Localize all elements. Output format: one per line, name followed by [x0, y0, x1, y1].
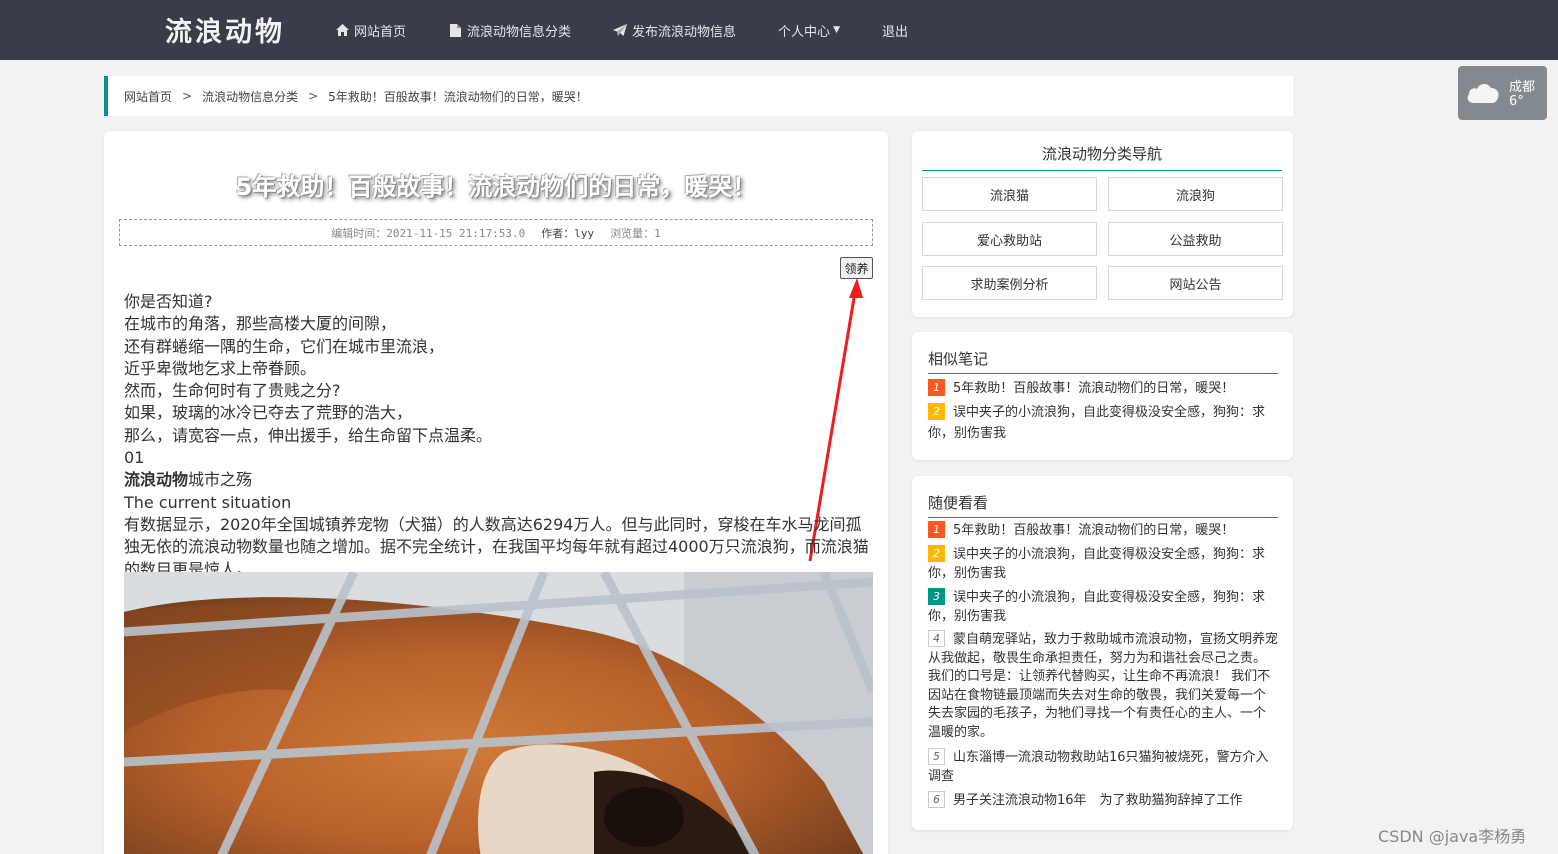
content-line: 还有群蜷缩一隅的生命，它们在城市里流浪， — [124, 336, 445, 356]
category-stray-dog[interactable]: 流浪狗 — [1108, 177, 1283, 211]
breadcrumb-separator: > — [308, 89, 319, 103]
category-nav-card: 流浪动物分类导航 流浪猫 流浪狗 爱心救助站 公益救助 求助案例分析 网站公告 — [912, 131, 1293, 317]
paper-plane-icon — [613, 23, 628, 37]
rank-badge: 2 — [928, 403, 945, 420]
article-author: 作者：lyy — [541, 226, 595, 240]
content-line: 那么，请宽容一点，伸出援手，给生命留下点温柔。 — [124, 425, 493, 445]
breadcrumb-category[interactable]: 流浪动物信息分类 — [202, 88, 298, 105]
nav-personal-center[interactable]: 个人中心 ▼ — [778, 21, 840, 40]
article-title: 5年救助！百般故事！流浪动物们的日常，暖哭！ — [235, 173, 757, 201]
list-item-text: 误中夹子的小流浪狗，自此变得极没安全感，狗狗：求你，别伤害我 — [928, 405, 1266, 441]
document-icon — [448, 23, 462, 37]
section-heading-bold: 流浪动物 — [124, 470, 189, 490]
cloud-icon — [1466, 79, 1500, 107]
nav-category-label: 流浪动物信息分类 — [467, 24, 572, 40]
list-item-text: 蒙自萌宠驿站，致力于救助城市流浪动物，宣扬文明养宠从我做起，敬畏生命承担责任，努… — [928, 632, 1279, 740]
nav-logout[interactable]: 退出 — [882, 21, 908, 40]
article-meta: 编辑时间：2021-11-15 21:17:53.0 作者：lyy 浏览量：1 — [119, 219, 873, 246]
content-line: 近乎卑微地乞求上帝眷顾。 — [124, 358, 317, 378]
category-nav-title: 流浪动物分类导航 — [922, 143, 1282, 171]
rank-badge: 3 — [928, 588, 945, 605]
list-item[interactable]: 1 5年救助！百般故事！流浪动物们的日常，暖哭！ — [928, 378, 1278, 399]
nav-home[interactable]: 网站首页 — [335, 21, 406, 40]
rank-badge: 1 — [928, 379, 945, 396]
nav-home-label: 网站首页 — [354, 24, 407, 40]
category-case-analysis[interactable]: 求助案例分析 — [922, 266, 1097, 300]
list-item[interactable]: 1 5年救助！百般故事！流浪动物们的日常，暖哭！ — [928, 521, 1278, 541]
site-logo[interactable]: 流浪动物 — [165, 10, 285, 49]
list-item-text: 误中夹子的小流浪狗，自此变得极没安全感，狗狗：求你，别伤害我 — [928, 547, 1266, 581]
dog-in-cage-photo — [124, 572, 873, 854]
top-navbar: 流浪动物 网站首页 流浪动物信息分类 发布流浪动物信息 个人中心 ▼ 退出 — [0, 0, 1558, 60]
rank-badge: 1 — [928, 521, 945, 538]
list-item-text: 5年救助！百般故事！流浪动物们的日常，暖哭！ — [953, 523, 1235, 538]
csdn-watermark: CSDN @java李杨勇 — [1378, 827, 1527, 846]
section-heading: 流浪动物城市之殇 — [124, 469, 874, 491]
list-item[interactable]: 6 男子关注流浪动物16年 为了救助猫狗辞掉了工作 — [928, 791, 1278, 811]
breadcrumb: 网站首页 > 流浪动物信息分类 > 5年救助！百般故事！流浪动物们的日常，暖哭！ — [104, 76, 1293, 116]
list-item[interactable]: 5 山东淄博一流浪动物救助站16只猫狗被烧死，警方介入调查 — [928, 748, 1278, 786]
category-rescue-station[interactable]: 爱心救助站 — [922, 222, 1097, 256]
rank-badge: 4 — [928, 630, 945, 647]
similar-notes-title: 相似笔记 — [928, 348, 1278, 374]
article-card: 5年救助！百般故事！流浪动物们的日常，暖哭！ 编辑时间：2021-11-15 2… — [104, 131, 888, 854]
content-line: 你是否知道? — [124, 292, 213, 311]
view-count: 浏览量：1 — [610, 226, 661, 240]
weather-city: 成都 — [1509, 80, 1536, 95]
breadcrumb-separator: > — [182, 89, 193, 103]
edit-time: 编辑时间：2021-11-15 21:17:53.0 — [331, 226, 526, 240]
category-stray-cat[interactable]: 流浪猫 — [922, 177, 1097, 211]
category-public-rescue[interactable]: 公益救助 — [1108, 222, 1283, 256]
random-browse-title: 随便看看 — [928, 492, 1278, 518]
nav-publish-label: 发布流浪动物信息 — [632, 24, 737, 40]
weather-temp: 6° — [1509, 94, 1524, 109]
list-item[interactable]: 2 误中夹子的小流浪狗，自此变得极没安全感，狗狗：求你，别伤害我 — [928, 402, 1278, 444]
list-item-text: 男子关注流浪动物16年 为了救助猫狗辞掉了工作 — [953, 793, 1243, 808]
rank-badge: 6 — [928, 791, 945, 808]
content-line: 在城市的角落，那些高楼大厦的间隙， — [124, 314, 397, 334]
similar-notes-card: 相似笔记 1 5年救助！百般故事！流浪动物们的日常，暖哭！ 2 误中夹子的小流浪狗，… — [912, 332, 1293, 460]
breadcrumb-current: 5年救助！百般故事！流浪动物们的日常，暖哭！ — [328, 89, 588, 104]
nav-logout-label: 退出 — [881, 24, 908, 40]
section-subheading: The current situation — [124, 492, 292, 512]
category-announcement[interactable]: 网站公告 — [1108, 266, 1283, 300]
random-browse-card: 随便看看 1 5年救助！百般故事！流浪动物们的日常，暖哭！ 2 误中夹子的小流浪狗，… — [912, 476, 1293, 830]
content-line: 如果，玻璃的冰冷已夺去了荒野的浩大， — [124, 403, 413, 423]
caret-down-icon: ▼ — [833, 25, 840, 35]
nav-category[interactable]: 流浪动物信息分类 — [448, 21, 571, 40]
nav-personal-label: 个人中心 — [778, 24, 831, 40]
list-item-text: 山东淄博一流浪动物救助站16只猫狗被烧死，警方介入调查 — [928, 750, 1269, 784]
rank-badge: 5 — [928, 748, 945, 765]
content-line: 然而，生命何时有了贵贱之分? — [124, 381, 341, 401]
weather-widget[interactable]: 成都 6° — [1458, 66, 1547, 120]
section-heading-rest: 城市之殇 — [188, 470, 253, 490]
content-paragraph: 有数据显示，2020年全国城镇养宠物（犬猫）的人数高达6294万人。但与此同时，… — [124, 514, 869, 579]
list-item[interactable]: 2 误中夹子的小流浪狗，自此变得极没安全感，狗狗：求你，别伤害我 — [928, 545, 1278, 583]
list-item-text: 误中夹子的小流浪狗，自此变得极没安全感，狗狗：求你，别伤害我 — [928, 590, 1266, 624]
list-item[interactable]: 4 蒙自萌宠驿站，致力于救助城市流浪动物，宣扬文明养宠从我做起，敬畏生命承担责任，… — [928, 630, 1278, 742]
breadcrumb-home[interactable]: 网站首页 — [124, 88, 172, 105]
home-icon — [335, 23, 349, 37]
main-nav: 网站首页 流浪动物信息分类 发布流浪动物信息 个人中心 ▼ 退出 — [335, 0, 950, 60]
rank-badge: 2 — [928, 545, 945, 562]
article-content: 你是否知道? 在城市的角落，那些高楼大厦的间隙， 还有群蜷缩一隅的生命，它们在城… — [124, 291, 874, 581]
nav-publish[interactable]: 发布流浪动物信息 — [613, 21, 736, 40]
list-item-text: 5年救助！百般故事！流浪动物们的日常，暖哭！ — [953, 381, 1235, 396]
list-item[interactable]: 3 误中夹子的小流浪狗，自此变得极没安全感，狗狗：求你，别伤害我 — [928, 588, 1278, 626]
content-line: 01 — [124, 448, 145, 468]
